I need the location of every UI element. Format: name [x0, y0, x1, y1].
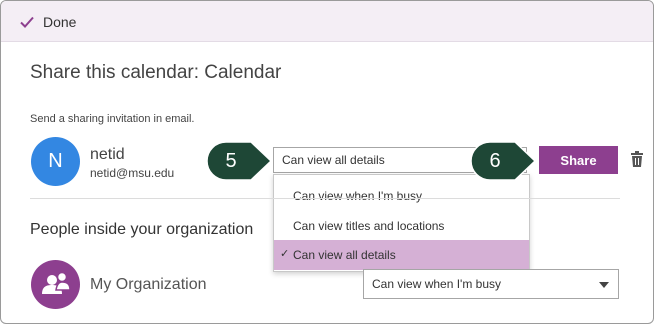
callout-5: 5 — [207, 140, 277, 182]
recipient-name: netid — [90, 146, 125, 163]
recipient-email: netid@msu.edu — [90, 166, 175, 180]
chevron-down-icon — [599, 282, 609, 288]
done-button[interactable]: Done — [19, 11, 76, 33]
share-calendar-dialog: Done Share this calendar: Calendar Send … — [0, 0, 654, 324]
callout-6: 6 — [471, 140, 541, 182]
divider — [30, 198, 620, 199]
done-label: Done — [43, 14, 77, 30]
invite-text: Send a sharing invitation in email. — [30, 113, 195, 125]
top-bar: Done — [1, 1, 653, 42]
option-titles-locations[interactable]: Can view titles and locations — [274, 211, 529, 241]
option-all-details[interactable]: ✓ Can view all details — [274, 240, 529, 270]
organization-name: My Organization — [90, 276, 207, 293]
organization-avatar — [31, 260, 80, 309]
option-label: Can view titles and locations — [293, 219, 445, 233]
people-icon — [42, 271, 71, 294]
organization-permission-select[interactable]: Can view when I'm busy — [363, 269, 619, 299]
share-button[interactable]: Share — [539, 146, 618, 174]
permission-dropdown-menu: Can view when I'm busy Can view titles a… — [273, 174, 530, 272]
option-busy[interactable]: Can view when I'm busy — [274, 181, 529, 211]
callout-number: 5 — [225, 149, 237, 172]
checkmark-icon: ✓ — [280, 248, 290, 260]
permission-select-value: Can view all details — [282, 153, 385, 167]
people-section-heading: People inside your organization — [30, 221, 254, 238]
org-permission-value: Can view when I'm busy — [372, 277, 502, 291]
trash-icon[interactable] — [630, 151, 644, 167]
recipient-avatar: N — [31, 137, 80, 186]
option-label: Can view all details — [293, 248, 396, 262]
option-label: Can view when I'm busy — [293, 189, 423, 203]
callout-number: 6 — [489, 149, 501, 172]
dialog-title: Share this calendar: Calendar — [30, 62, 282, 83]
checkmark-icon — [20, 16, 34, 28]
